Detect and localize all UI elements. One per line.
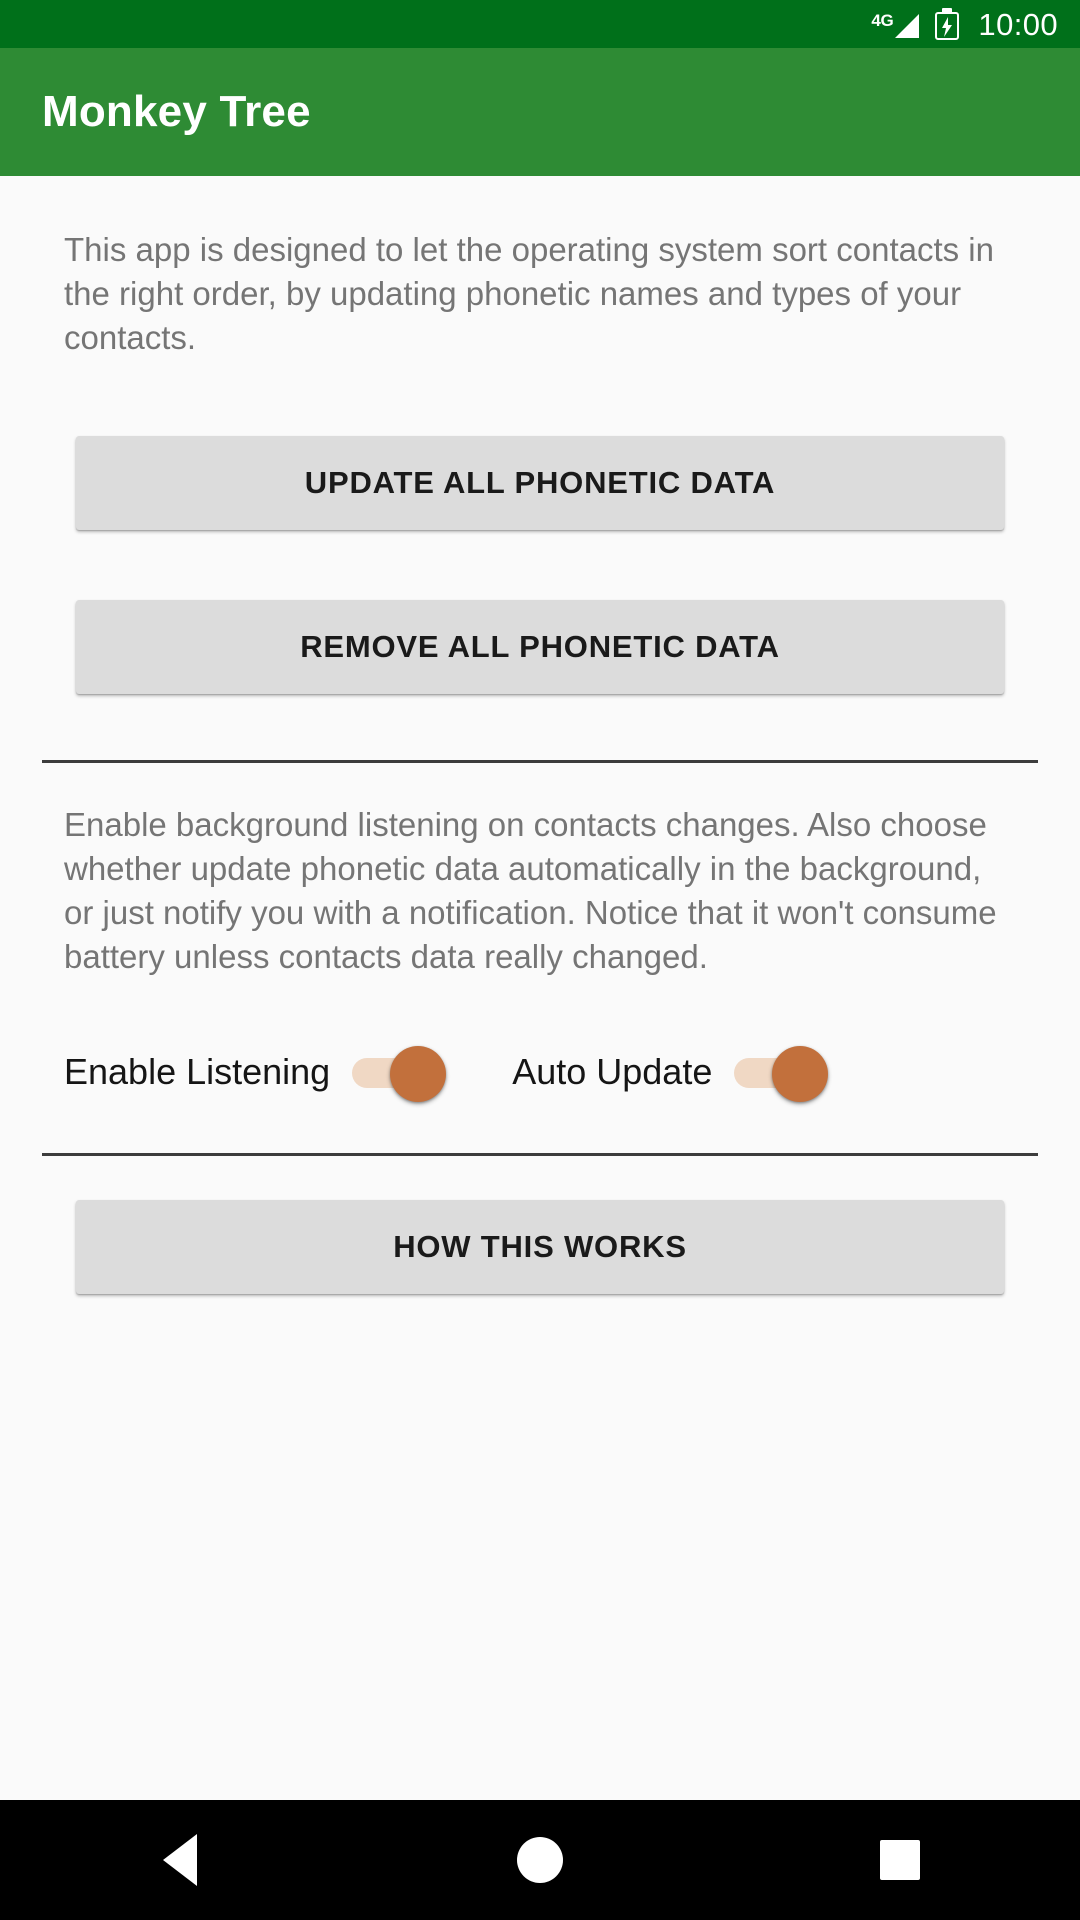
nav-home-button[interactable] — [480, 1800, 600, 1920]
status-bar: 4G 10:00 — [0, 0, 1080, 48]
android-navigation-bar — [0, 1800, 1080, 1920]
enable-listening-label: Enable Listening — [64, 1051, 331, 1092]
switch-thumb — [390, 1046, 447, 1102]
divider-bottom — [42, 1153, 1038, 1156]
update-all-phonetic-data-button[interactable]: UPDATE ALL PHONETIC DATA — [76, 436, 1004, 530]
auto-update-label: Auto Update — [512, 1051, 713, 1092]
home-circle-icon — [517, 1837, 563, 1883]
recents-square-icon — [880, 1840, 920, 1880]
nav-back-button[interactable] — [120, 1800, 240, 1920]
intro-paragraph: This app is designed to let the operatin… — [64, 231, 994, 356]
app-bar: Monkey Tree — [0, 48, 1080, 176]
network-status: 4G — [871, 8, 921, 40]
main-content: This app is designed to let the operatin… — [0, 176, 1080, 1800]
signal-triangle-icon — [895, 14, 920, 38]
app-title: Monkey Tree — [42, 87, 311, 136]
remove-all-phonetic-data-button[interactable]: REMOVE ALL PHONETIC DATA — [76, 600, 1004, 694]
back-triangle-icon — [163, 1834, 197, 1886]
switch-thumb — [772, 1046, 829, 1102]
enable-listening-switch[interactable] — [352, 1044, 452, 1102]
nav-recents-button[interactable] — [840, 1800, 960, 1920]
switch-row: Enable Listening Auto Update — [26, 1035, 1054, 1109]
clock-label: 10:00 — [978, 6, 1058, 42]
battery-charging-icon — [935, 8, 960, 40]
background-listening-paragraph: Enable background listening on contacts … — [64, 806, 997, 975]
phone-screen: 4G 10:00 Monkey Tree This app is designe… — [0, 0, 1080, 1920]
network-type-label: 4G — [871, 11, 894, 30]
auto-update-switch[interactable] — [734, 1044, 834, 1102]
how-this-works-button[interactable]: HOW THIS WORKS — [76, 1200, 1004, 1294]
